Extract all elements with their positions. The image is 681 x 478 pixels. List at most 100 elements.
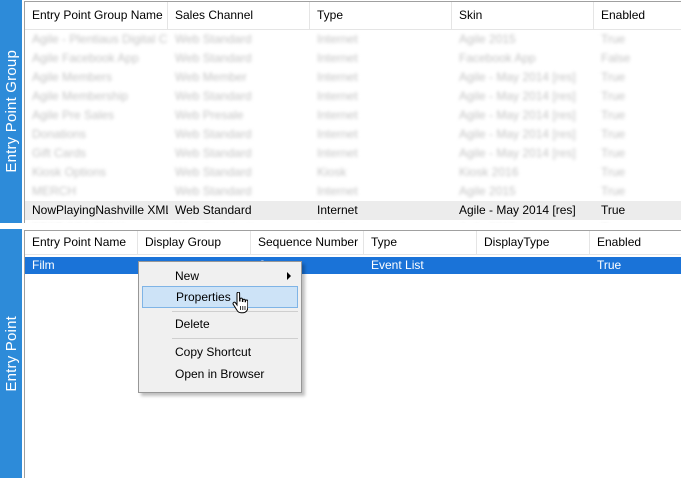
cell-sales-channel: Web Standard: [168, 220, 310, 223]
cell-group-name: Agile - Plentiaus Digital C...: [32, 32, 168, 46]
cell-type: Event List: [371, 258, 424, 272]
cell-sales-channel: Web Standard: [175, 127, 252, 141]
cell-enabled: True: [601, 127, 626, 141]
column-header-enabled[interactable]: Enabled: [590, 231, 681, 254]
tab-entry-point-group[interactable]: Entry Point Group: [0, 0, 22, 223]
cell-type: Internet: [317, 108, 358, 122]
table-row[interactable]: NowPlayingNashville XML... Web Standard In…: [25, 201, 681, 220]
grid-header: Entry Point Name Display Group Sequence …: [25, 231, 681, 255]
table-row[interactable]: Agile Facebook App Web Standard Internet Fa…: [25, 49, 681, 68]
cell-group-name: Gift Cards: [32, 146, 87, 160]
cell-group-name: Agile Facebook App: [32, 51, 139, 65]
cell-sales-channel: Web Standard: [175, 165, 252, 179]
cell-type: Internet: [317, 184, 358, 198]
context-menu: New Properties Delete Copy Shortcut Open…: [138, 261, 302, 393]
cell-type: Internet: [317, 146, 358, 160]
cell-enabled: True: [597, 258, 622, 272]
column-header-group-name[interactable]: Entry Point Group Name: [25, 2, 168, 29]
column-header-type[interactable]: Type: [364, 231, 477, 254]
hand-cursor-icon: [232, 292, 248, 314]
column-header-sequence-number[interactable]: Sequence Number: [251, 231, 364, 254]
menu-item-copy-shortcut[interactable]: Copy Shortcut: [142, 341, 298, 363]
cell-sales-channel: Web Standard: [175, 203, 252, 217]
cell-type: Internet: [310, 220, 452, 223]
cell-sales-channel: Web Standard: [175, 51, 252, 65]
table-row[interactable]: Agile Members Web Member Internet Agile - M…: [25, 68, 681, 87]
column-header-enabled[interactable]: Enabled: [594, 2, 681, 29]
tab-entry-point-label: Entry Point: [2, 315, 20, 392]
table-row[interactable]: Agile Pre Sales Web Presale Internet Agile …: [25, 106, 681, 125]
cell-type: Internet: [317, 203, 358, 217]
cell-enabled: True: [601, 165, 626, 179]
menu-item-new[interactable]: New: [142, 265, 298, 287]
table-row[interactable]: Agile Membership Web Standard Internet Agil…: [25, 87, 681, 106]
cell-sales-channel: Web Standard: [175, 89, 252, 103]
cell-skin: Agile 2015: [452, 220, 594, 223]
cell-group-name: Agile Membership: [32, 89, 129, 103]
cell-type: Kiosk: [317, 165, 347, 179]
cell-skin: Facebook App: [459, 51, 536, 65]
table-row[interactable]: Donations Web Standard Internet Agile - May…: [25, 125, 681, 144]
tab-entry-point[interactable]: Entry Point: [0, 229, 22, 478]
cell-group-name: MERCH: [32, 184, 76, 198]
cell-type: Internet: [317, 70, 358, 84]
cell-display-type: [477, 257, 590, 274]
column-header-type[interactable]: Type: [310, 2, 452, 29]
cell-sales-channel: Web Standard: [175, 146, 252, 160]
cell-enabled: False: [601, 51, 631, 65]
cell-type: Internet: [317, 32, 358, 46]
cell-group-name: NowPlayingNashville XML...: [32, 203, 168, 217]
cell-type: Internet: [317, 127, 358, 141]
cell-skin: Agile - May 2014 [res]: [459, 146, 576, 160]
cell-enabled: True: [601, 32, 626, 46]
menu-item-new-label: New: [175, 269, 200, 283]
cell-enabled: True: [594, 220, 681, 223]
column-header-sales-channel[interactable]: Sales Channel: [168, 2, 310, 29]
table-row[interactable]: Gift Cards Web Standard Internet Agile - Ma…: [25, 144, 681, 163]
column-header-entry-point-name[interactable]: Entry Point Name: [25, 231, 138, 254]
cell-group-name: Donations: [32, 127, 87, 141]
cell-skin: Agile - May 2014 [res]: [459, 70, 576, 84]
cell-type: Internet: [317, 51, 358, 65]
grid-header: Entry Point Group Name Sales Channel Typ…: [25, 2, 681, 30]
table-row-film[interactable]: Film 0 Event List True: [25, 257, 681, 274]
cell-enabled: True: [601, 184, 626, 198]
cell-enabled: True: [601, 89, 626, 103]
table-row[interactable]: TEST OBJ ONLYWeb StandardInternetAgile 2…: [25, 220, 681, 223]
cell-skin: Agile 2015: [459, 32, 516, 46]
submenu-arrow-icon: [287, 272, 291, 280]
cell-skin: Agile - May 2014 [res]: [459, 108, 576, 122]
menu-item-delete[interactable]: Delete: [142, 313, 298, 335]
entry-point-group-grid[interactable]: Entry Point Group Name Sales Channel Typ…: [24, 1, 681, 223]
column-header-display-type[interactable]: DisplayType: [477, 231, 590, 254]
menu-item-open-in-browser-label: Open in Browser: [175, 367, 265, 381]
column-header-display-group[interactable]: Display Group: [138, 231, 251, 254]
cell-skin: Kiosk 2016: [459, 165, 519, 179]
menu-item-open-in-browser[interactable]: Open in Browser: [142, 363, 298, 385]
column-header-skin[interactable]: Skin: [452, 2, 594, 29]
table-row[interactable]: MERCH Web Standard Internet Agile 2015 True: [25, 182, 681, 201]
cell-enabled: True: [601, 203, 626, 217]
cell-sales-channel: Web Member: [175, 70, 247, 84]
cell-sales-channel: Web Standard: [175, 32, 252, 46]
cell-enabled: True: [601, 108, 626, 122]
table-row[interactable]: Kiosk Options Web Standard Kiosk Kiosk 2016…: [25, 163, 681, 182]
cell-enabled: True: [601, 70, 626, 84]
cell-sales-channel: Web Standard: [175, 184, 252, 198]
cell-group-name: TEST OBJ ONLY: [25, 220, 168, 223]
cell-group-name: Agile Members: [32, 70, 113, 84]
table-row[interactable]: Agile - Plentiaus Digital C... Web Standa…: [25, 30, 681, 49]
cell-skin: Agile - May 2014 [res]: [459, 127, 576, 141]
menu-item-properties-label: Properties: [176, 290, 231, 304]
tab-entry-point-group-label: Entry Point Group: [2, 50, 20, 173]
cell-skin: Agile - May 2014 [res]: [459, 203, 576, 217]
menu-item-properties[interactable]: Properties: [142, 286, 298, 308]
entry-point-grid[interactable]: Entry Point Name Display Group Sequence …: [24, 230, 681, 478]
cell-entry-point-name: Film: [32, 258, 55, 272]
cell-sales-channel: Web Presale: [175, 108, 244, 122]
cell-group-name: Agile Pre Sales: [32, 108, 115, 122]
cell-skin: Agile 2015: [459, 184, 516, 198]
menu-separator: [172, 338, 298, 339]
menu-item-copy-shortcut-label: Copy Shortcut: [175, 345, 252, 359]
cell-type: Internet: [317, 89, 358, 103]
